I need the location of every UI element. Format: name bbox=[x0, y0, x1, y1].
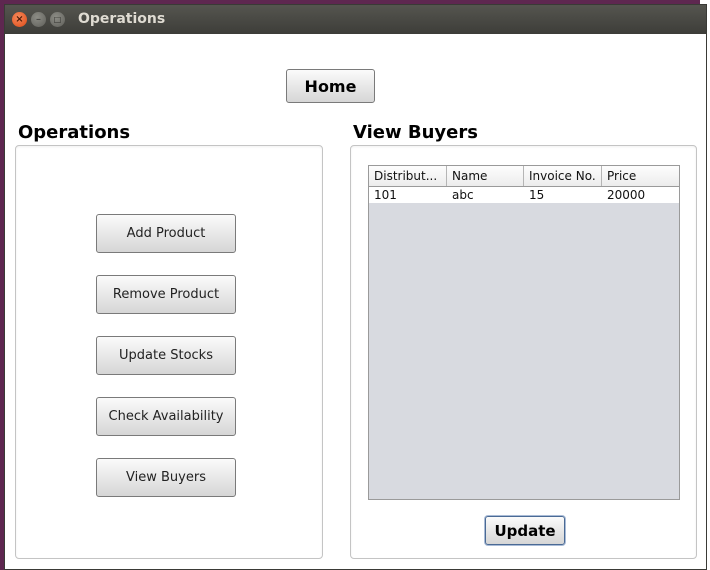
table-cell: 20000 bbox=[607, 188, 646, 202]
table-header: Distribut... Name Invoice No. Price bbox=[369, 166, 679, 187]
maximize-icon[interactable]: □ bbox=[50, 12, 65, 27]
table-cell: abc bbox=[452, 188, 474, 202]
operations-heading: Operations bbox=[18, 122, 131, 143]
view-buyers-button[interactable]: View Buyers bbox=[96, 458, 236, 497]
table-row[interactable]: 101 abc 15 20000 bbox=[369, 187, 679, 203]
operations-window: × – □ Operations Home Operations View Bu… bbox=[4, 4, 707, 570]
column-header-distributor[interactable]: Distribut... bbox=[369, 166, 447, 186]
window-content: Home Operations View Buyers Add Product … bbox=[5, 34, 706, 569]
column-header-invoice-no[interactable]: Invoice No. bbox=[524, 166, 602, 186]
window-title: Operations bbox=[78, 11, 166, 27]
column-header-name[interactable]: Name bbox=[447, 166, 524, 186]
check-availability-button[interactable]: Check Availability bbox=[96, 397, 236, 436]
minimize-icon[interactable]: – bbox=[31, 12, 46, 27]
title-bar[interactable]: × – □ Operations bbox=[5, 5, 706, 34]
update-button[interactable]: Update bbox=[485, 516, 565, 545]
buyers-table[interactable]: Distribut... Name Invoice No. Price 101 … bbox=[368, 165, 680, 500]
view-buyers-heading: View Buyers bbox=[353, 122, 478, 143]
table-cell: 15 bbox=[529, 188, 545, 202]
column-header-price[interactable]: Price bbox=[602, 166, 679, 186]
close-icon[interactable]: × bbox=[12, 12, 27, 27]
home-button[interactable]: Home bbox=[286, 69, 375, 103]
add-product-button[interactable]: Add Product bbox=[96, 214, 236, 253]
update-stocks-button[interactable]: Update Stocks bbox=[96, 336, 236, 375]
table-cell: 101 bbox=[374, 188, 397, 202]
remove-product-button[interactable]: Remove Product bbox=[96, 275, 236, 314]
